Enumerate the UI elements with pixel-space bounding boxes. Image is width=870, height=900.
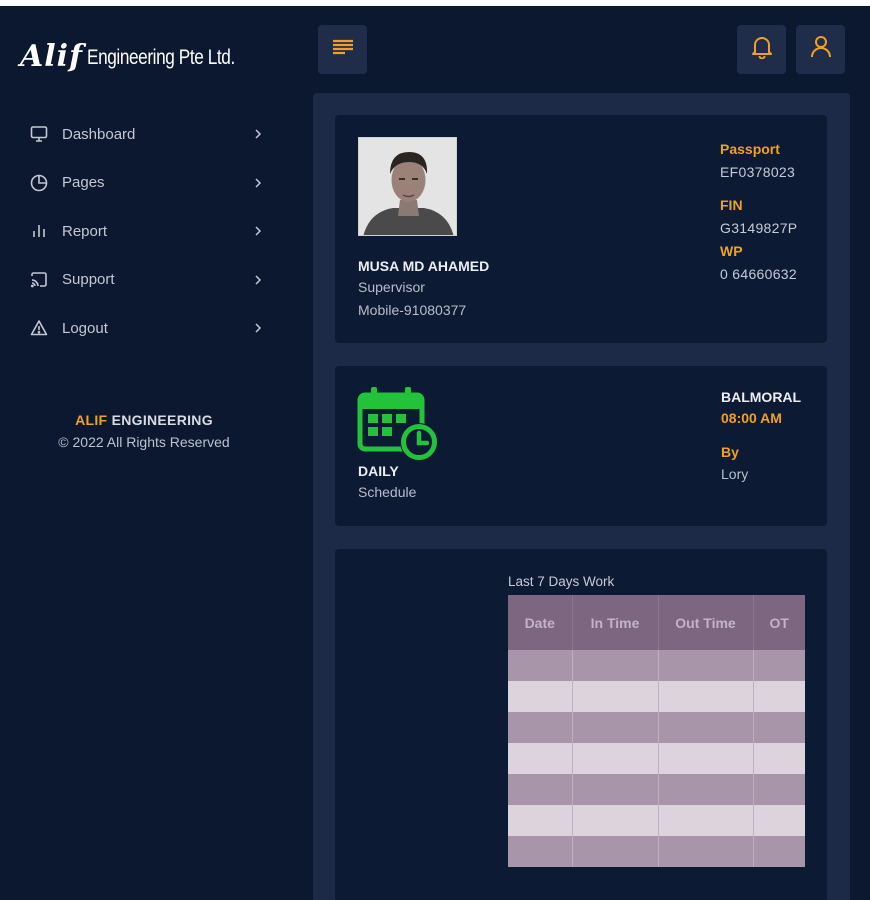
schedule-label: Schedule xyxy=(358,484,417,500)
table-cell xyxy=(658,712,754,743)
table-cell xyxy=(572,836,659,867)
menu-toggle-button[interactable] xyxy=(318,25,367,74)
table-cell xyxy=(753,650,805,681)
pie-chart-icon xyxy=(28,172,50,194)
footer-company-accent: ALIF xyxy=(75,412,108,428)
table-row xyxy=(508,650,805,681)
schedule-location: BALMORAL xyxy=(721,389,802,405)
table-cell xyxy=(658,805,754,836)
passport-label: Passport xyxy=(720,141,780,157)
table-cell xyxy=(508,836,573,867)
table-row xyxy=(508,836,805,867)
footer-company: ALIF ENGINEERING xyxy=(0,412,288,428)
table-cell xyxy=(508,681,573,712)
chevron-right-icon xyxy=(251,321,265,335)
table-cell xyxy=(572,743,659,774)
table-cell xyxy=(658,743,754,774)
schedule-by-name: Lory xyxy=(721,466,749,482)
work-history-card: Last 7 Days Work Date In Time Out Time O… xyxy=(335,549,827,900)
notifications-button[interactable] xyxy=(737,25,786,74)
table-cell xyxy=(753,743,805,774)
chevron-right-icon xyxy=(251,224,265,238)
bar-chart-icon xyxy=(28,220,50,242)
bell-icon xyxy=(751,35,773,64)
column-header-date[interactable]: Date xyxy=(508,595,573,650)
schedule-time: 08:00 AM xyxy=(721,410,782,426)
table-cell xyxy=(572,805,659,836)
table-cell xyxy=(658,836,754,867)
passport-value: EF0378023 xyxy=(720,164,796,180)
employee-name: MUSA MD AHAMED xyxy=(358,258,490,274)
sidebar-item-label: Report xyxy=(62,222,108,240)
sidebar-item-label: Support xyxy=(62,271,115,289)
chevron-right-icon xyxy=(251,273,265,287)
table-cell xyxy=(753,774,805,805)
footer-company-rest: ENGINEERING xyxy=(107,412,213,428)
table-row xyxy=(508,805,805,836)
brand-name: Engineering Pte Ltd. xyxy=(86,46,235,69)
profile-card: MUSA MD AHAMED Supervisor Mobile-9108037… xyxy=(335,115,827,343)
employee-role: Supervisor xyxy=(358,279,425,295)
table-cell xyxy=(572,774,659,805)
table-cell xyxy=(753,712,805,743)
profile-photo xyxy=(358,137,457,236)
table-cell xyxy=(572,712,659,743)
table-cell xyxy=(508,650,573,681)
table-header-row: Date In Time Out Time OT xyxy=(508,595,805,650)
table-cell xyxy=(572,650,659,681)
calendar-clock-icon xyxy=(357,387,443,463)
chevron-right-icon xyxy=(251,127,265,141)
table-cell xyxy=(508,774,573,805)
monitor-icon xyxy=(28,123,50,145)
column-header-in-time[interactable]: In Time xyxy=(572,595,659,650)
sidebar-item-label: Dashboard xyxy=(62,125,136,143)
table-row xyxy=(508,774,805,805)
fin-label: FIN xyxy=(720,197,743,213)
table-cell xyxy=(572,681,659,712)
wp-label: WP xyxy=(720,243,743,259)
table-cell xyxy=(658,650,754,681)
schedule-by-label: By xyxy=(721,444,739,460)
table-cell xyxy=(508,805,573,836)
table-cell xyxy=(753,805,805,836)
brand-mark: Alif xyxy=(20,39,83,74)
table-row xyxy=(508,743,805,774)
table-row xyxy=(508,681,805,712)
chevron-right-icon xyxy=(251,176,265,190)
sidebar-item-support[interactable]: Support xyxy=(20,256,265,305)
table-cell xyxy=(753,681,805,712)
schedule-type: DAILY xyxy=(358,463,399,479)
sidebar-footer: ALIF ENGINEERING © 2022 All Rights Reser… xyxy=(0,412,288,450)
table-cell xyxy=(508,712,573,743)
warning-icon xyxy=(28,317,50,339)
sidebar: Alif Engineering Pte Ltd. Dashboard Page… xyxy=(0,6,300,900)
footer-copyright: © 2022 All Rights Reserved xyxy=(58,434,230,450)
column-header-ot[interactable]: OT xyxy=(753,595,805,650)
user-menu-button[interactable] xyxy=(796,25,845,74)
fin-value: G3149827P xyxy=(720,220,798,236)
table-cell xyxy=(658,774,754,805)
wp-value: 0 64660632 xyxy=(720,266,797,282)
work-table: Date In Time Out Time OT xyxy=(508,595,805,867)
sidebar-item-logout[interactable]: Logout xyxy=(20,304,265,353)
sidebar-item-report[interactable]: Report xyxy=(20,207,265,256)
schedule-card: DAILY Schedule BALMORAL 08:00 AM By Lory xyxy=(335,366,827,526)
table-cell xyxy=(508,743,573,774)
column-header-out-time[interactable]: Out Time xyxy=(658,595,754,650)
main-panel: MUSA MD AHAMED Supervisor Mobile-9108037… xyxy=(313,93,850,900)
table-row xyxy=(508,712,805,743)
employee-mobile: Mobile-91080377 xyxy=(358,302,467,318)
table-cell xyxy=(658,681,754,712)
sidebar-item-label: Logout xyxy=(62,319,108,337)
sidebar-nav: Dashboard Pages Report Support Logout xyxy=(20,110,265,353)
cast-icon xyxy=(28,269,50,291)
brand-logo[interactable]: Alif Engineering Pte Ltd. xyxy=(20,36,267,72)
table-cell xyxy=(753,836,805,867)
sidebar-item-pages[interactable]: Pages xyxy=(20,159,265,208)
menu-icon xyxy=(332,39,354,60)
sidebar-item-dashboard[interactable]: Dashboard xyxy=(20,110,265,159)
work-table-title: Last 7 Days Work xyxy=(508,574,615,589)
user-icon xyxy=(810,35,832,64)
sidebar-item-label: Pages xyxy=(62,174,105,192)
